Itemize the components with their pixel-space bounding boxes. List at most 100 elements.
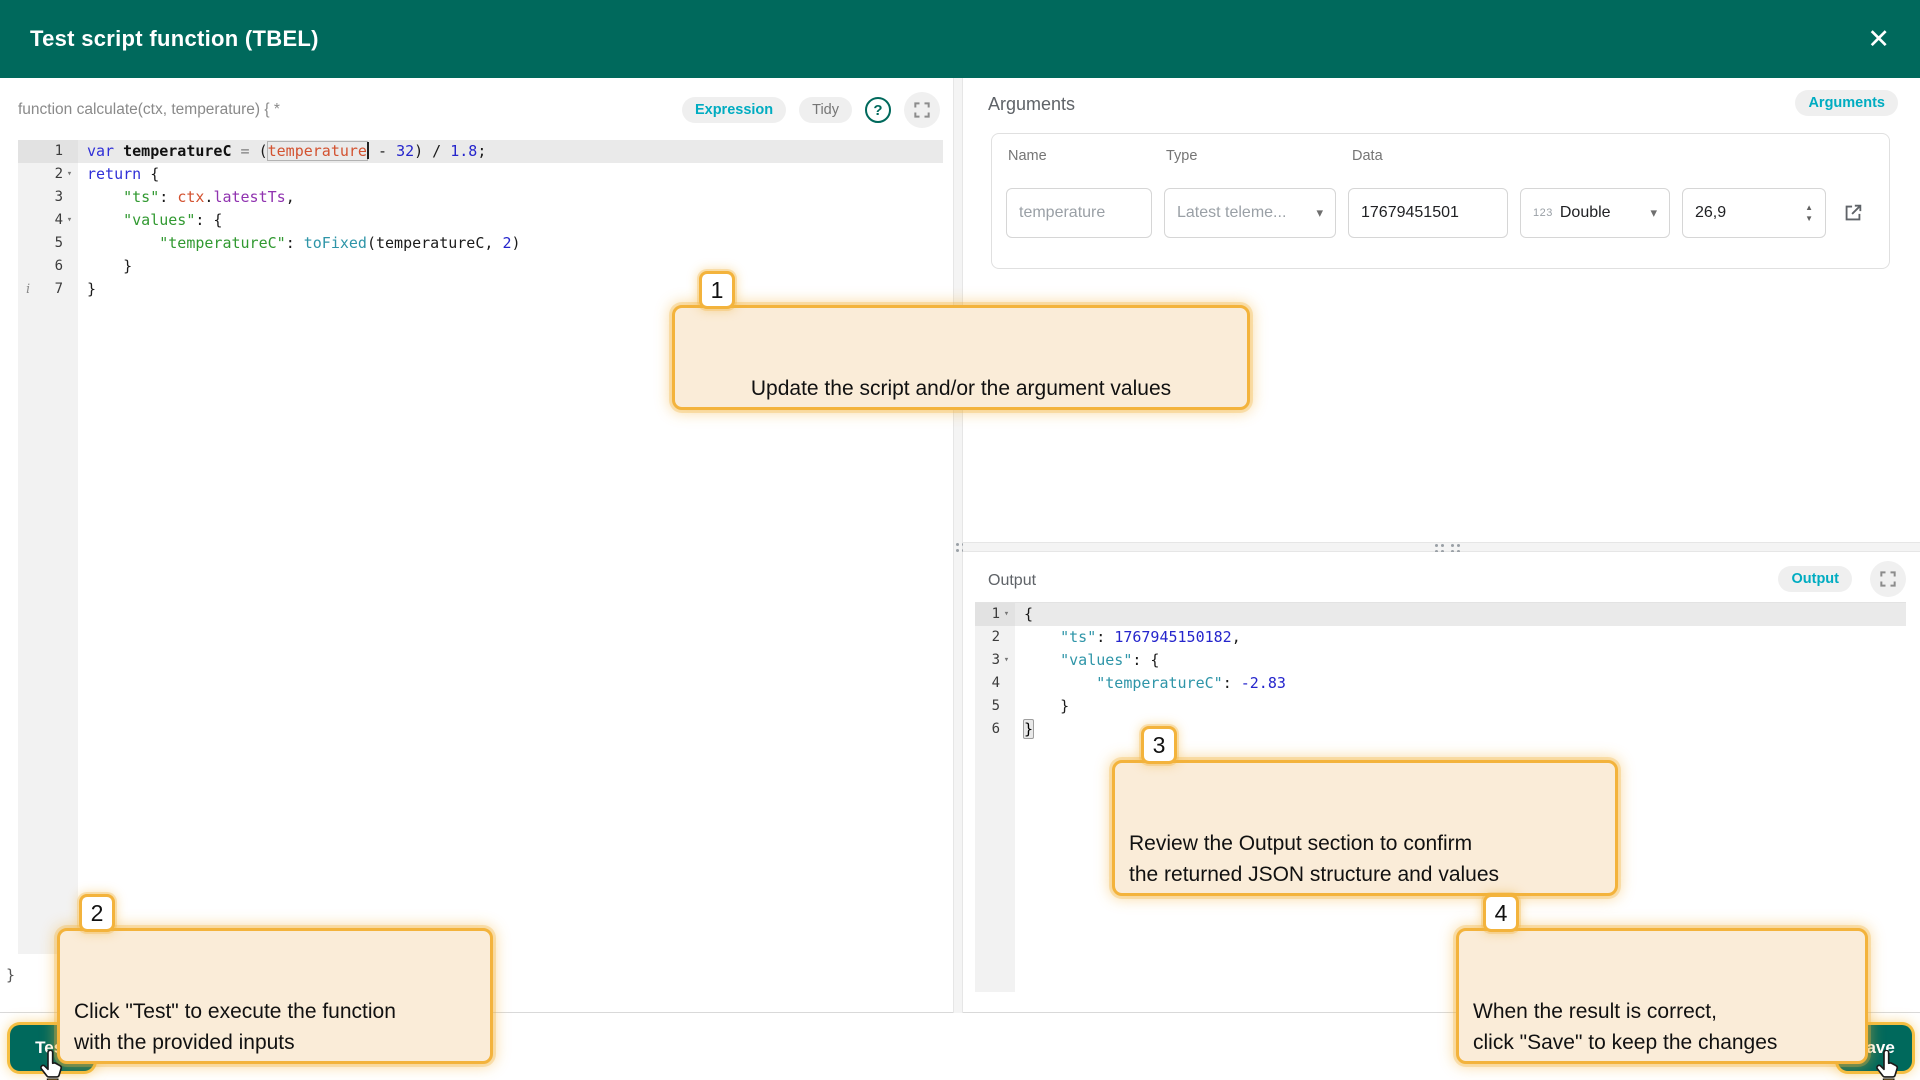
- line-number: 1: [992, 603, 1000, 626]
- code-token: :: [1096, 628, 1114, 646]
- line-number: 4: [992, 672, 1000, 695]
- fold-toggle-icon[interactable]: ▾: [64, 209, 75, 232]
- dialog-header: Test script function (TBEL) ✕: [0, 0, 1920, 78]
- code-token: "ts": [123, 188, 159, 206]
- help-icon[interactable]: ?: [865, 97, 891, 123]
- line-number: 5: [55, 232, 63, 255]
- code-token: "values": [123, 211, 195, 229]
- code-token: "temperatureC": [1096, 674, 1222, 692]
- cursor-hand-icon: [38, 1050, 65, 1080]
- code-token: [1024, 651, 1060, 669]
- argument-type-select[interactable]: Latest teleme... ▾: [1164, 188, 1336, 238]
- code-token: }: [87, 257, 132, 275]
- code-token: latestTs: [213, 188, 285, 206]
- code-text: "values": {: [78, 209, 943, 232]
- code-token: toFixed: [304, 234, 367, 252]
- code-token: "temperatureC": [159, 234, 285, 252]
- argument-value: 26,9: [1695, 204, 1726, 222]
- code-token: ;: [477, 142, 486, 160]
- argument-data-input[interactable]: 17679451501: [1348, 188, 1508, 238]
- code-token: :: [1223, 674, 1241, 692]
- callout-text: When the result is correct, click "Save"…: [1473, 1000, 1777, 1054]
- code-token: [1024, 674, 1096, 692]
- code-token: [114, 142, 123, 160]
- info-icon: i: [26, 278, 30, 301]
- fullscreen-button[interactable]: [904, 92, 940, 128]
- function-signature-row: function calculate(ctx, temperature) { *…: [18, 88, 940, 132]
- value-type-select[interactable]: 123 Double ▾: [1520, 188, 1670, 238]
- close-icon[interactable]: ✕: [1867, 26, 1890, 53]
- arguments-title: Arguments: [988, 94, 1075, 115]
- cursor-hand-icon: [1874, 1050, 1901, 1080]
- stepper-up-icon[interactable]: ▲: [1805, 204, 1813, 212]
- code-editor[interactable]: 1var temperatureC = (temperature - 32) /…: [18, 140, 943, 954]
- code-token: -2.83: [1241, 674, 1286, 692]
- line-number: 6: [55, 255, 63, 278]
- code-token: 1767945150182: [1114, 628, 1231, 646]
- arguments-badge: Arguments: [1795, 90, 1898, 116]
- code-text: var temperatureC = (temperature - 32) / …: [78, 140, 943, 163]
- code-line: 2 "ts": 1767945150182,: [975, 626, 1906, 649]
- tidy-button[interactable]: Tidy: [799, 97, 852, 123]
- code-line: 6 }: [18, 255, 943, 278]
- code-token: [1024, 628, 1060, 646]
- fold-toggle-icon[interactable]: ▾: [1001, 649, 1012, 672]
- argument-type-value: Latest teleme...: [1177, 204, 1286, 222]
- editor-controls: Expression Tidy ?: [682, 92, 940, 128]
- code-token: [87, 211, 123, 229]
- code-token: : {: [195, 211, 222, 229]
- column-header-name: Name: [1008, 148, 1166, 164]
- code-token: }: [87, 280, 96, 298]
- line-gutter: 2▾: [18, 163, 78, 186]
- code-line: 4 "temperatureC": -2.83: [975, 672, 1906, 695]
- callout-step-4: 4 When the result is correct, click "Sav…: [1456, 928, 1868, 1064]
- line-gutter: 4▾: [18, 209, 78, 232]
- function-closing-brace: }: [6, 966, 15, 984]
- callout-text: Click "Test" to execute the function wit…: [74, 1000, 396, 1054]
- output-badge: Output: [1778, 566, 1852, 592]
- vertical-splitter[interactable]: [953, 78, 963, 1013]
- horizontal-splitter[interactable]: [963, 542, 1920, 552]
- callout-number-badge: 3: [1141, 726, 1177, 764]
- line-gutter: 2: [975, 626, 1015, 649]
- callout-text: Update the script and/or the argument va…: [751, 377, 1171, 400]
- callout-number-badge: 4: [1483, 894, 1519, 932]
- code-token: temperatureC: [123, 142, 231, 160]
- callout-step-3: 3 Review the Output section to confirm t…: [1112, 760, 1618, 896]
- code-token: [87, 234, 159, 252]
- code-line: 1var temperatureC = (temperature - 32) /…: [18, 140, 943, 163]
- open-in-new-button[interactable]: [1842, 202, 1864, 224]
- code-token: (temperatureC,: [367, 234, 502, 252]
- line-number: 2: [55, 163, 63, 186]
- line-gutter: 5: [975, 695, 1015, 718]
- argument-name-field[interactable]: temperature: [1006, 188, 1152, 238]
- code-line: 3▾ "values": {: [975, 649, 1906, 672]
- arguments-column-headers: Name Type Data: [1008, 148, 1383, 164]
- line-number: 3: [992, 649, 1000, 672]
- code-token: }: [1023, 719, 1034, 739]
- code-token: ,: [1232, 628, 1241, 646]
- line-gutter: 3: [18, 186, 78, 209]
- code-token: {: [141, 165, 159, 183]
- code-text: "ts": 1767945150182,: [1015, 626, 1906, 649]
- fold-toggle-icon[interactable]: ▾: [64, 163, 75, 186]
- stepper-down-icon[interactable]: ▼: [1805, 215, 1813, 223]
- code-line: i7}: [18, 278, 943, 301]
- code-text: return {: [78, 163, 943, 186]
- value-type-value: Double: [1560, 204, 1611, 222]
- output-fullscreen-button[interactable]: [1870, 561, 1906, 597]
- number-type-icon: 123: [1533, 207, 1553, 219]
- value-stepper[interactable]: ▲ ▼: [1805, 204, 1813, 223]
- code-line: 6}: [975, 718, 1906, 741]
- line-gutter: 1: [18, 140, 78, 163]
- code-line: 2▾return {: [18, 163, 943, 186]
- line-gutter: i7: [18, 278, 78, 301]
- code-text: }: [78, 255, 943, 278]
- code-token: =: [232, 142, 259, 160]
- fold-toggle-icon[interactable]: ▾: [1001, 603, 1012, 626]
- script-panel: function calculate(ctx, temperature) { *…: [0, 78, 953, 1013]
- argument-value-input[interactable]: 26,9 ▲ ▼: [1682, 188, 1826, 238]
- arguments-table: Name Type Data temperature Latest teleme…: [991, 133, 1890, 269]
- code-text: "temperatureC": -2.83: [1015, 672, 1906, 695]
- line-gutter: 3▾: [975, 649, 1015, 672]
